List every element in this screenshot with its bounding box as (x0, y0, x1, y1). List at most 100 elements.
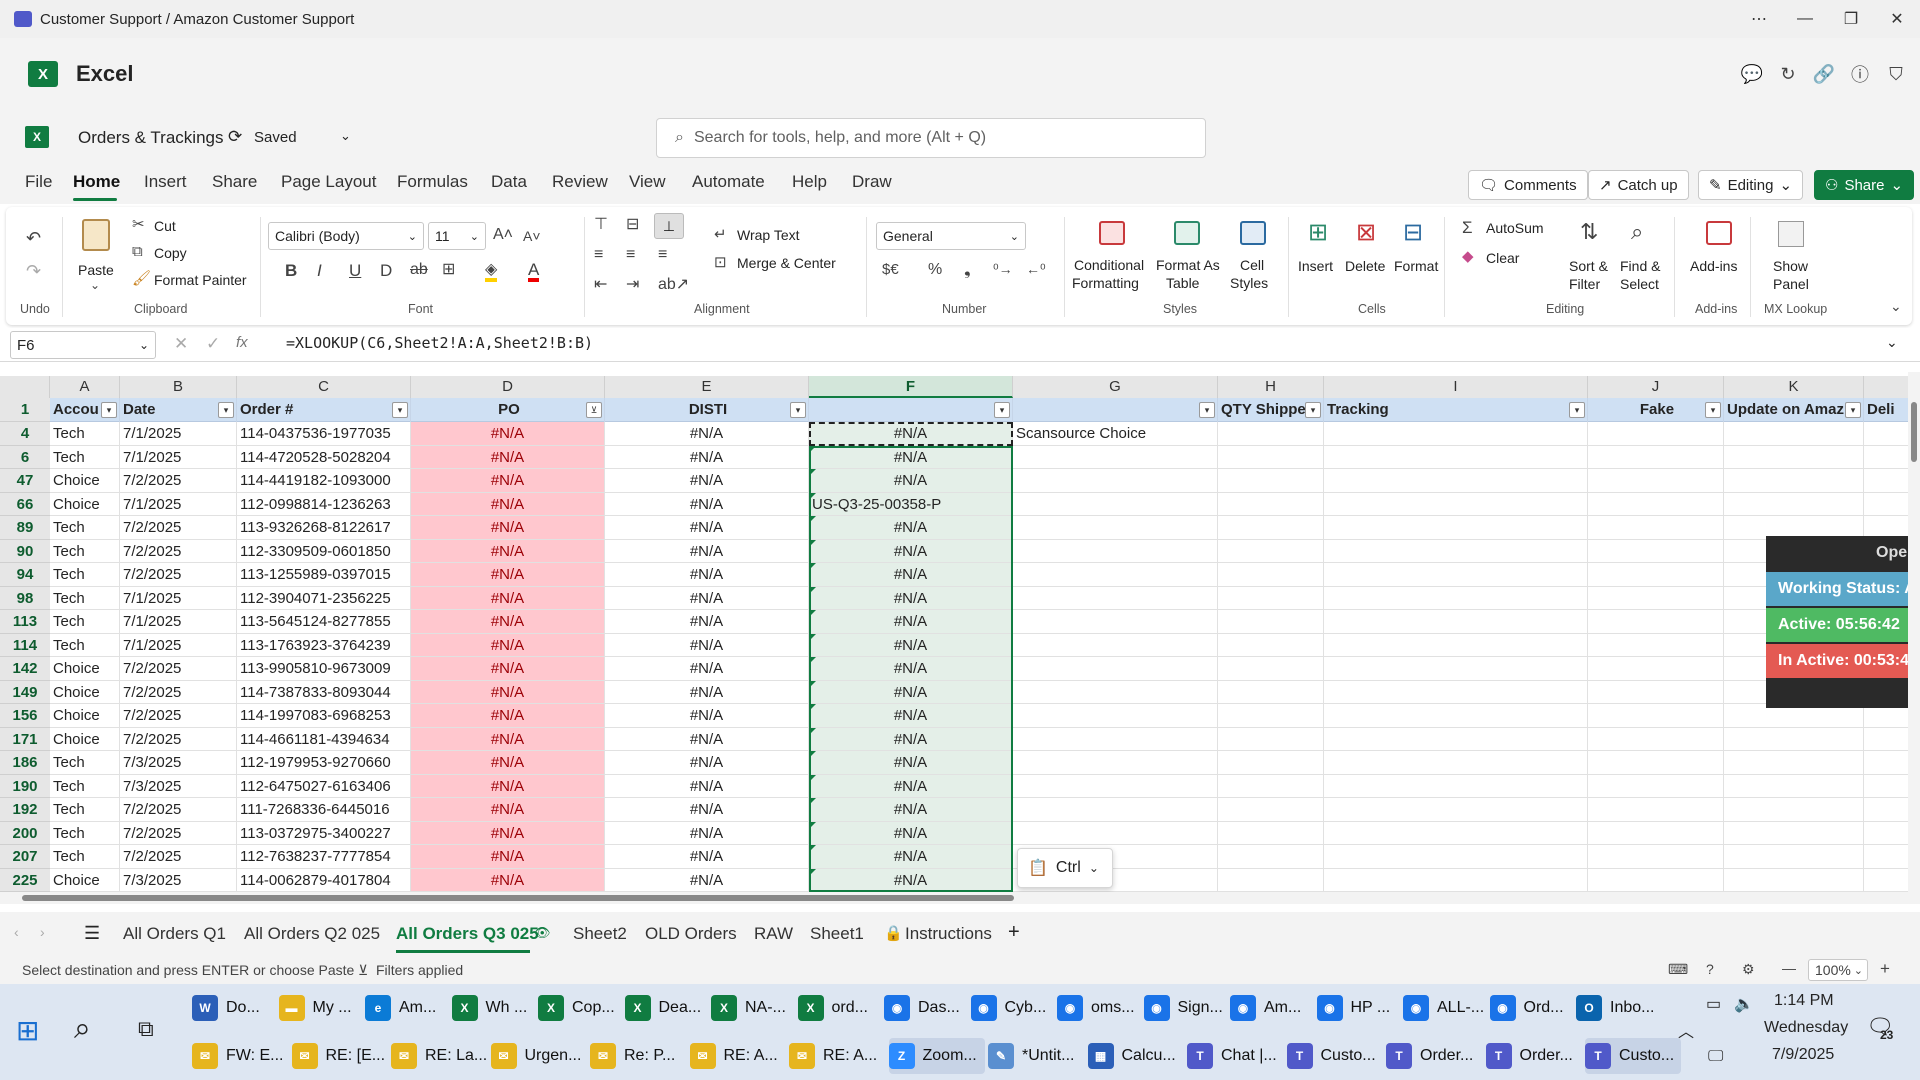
cell-b[interactable]: 7/2/2025 (120, 821, 237, 845)
cell-f[interactable]: #N/A (809, 586, 1013, 610)
cell-h[interactable] (1218, 633, 1324, 657)
sheet-tab[interactable]: All Orders Q1 (123, 924, 226, 944)
cell-b[interactable]: 7/2/2025 (120, 727, 237, 751)
cell-l[interactable] (1864, 774, 1910, 798)
taskbar-item[interactable]: O Inbo... (1576, 990, 1660, 1026)
cell-j[interactable] (1588, 798, 1724, 822)
cell-b[interactable]: 7/1/2025 (120, 586, 237, 610)
cell-d[interactable]: #N/A (411, 422, 605, 446)
cell-k[interactable] (1724, 727, 1864, 751)
show-panel-icon[interactable] (1778, 221, 1804, 247)
cell-c[interactable]: 112-0998814-1236263 (237, 492, 411, 516)
cell-g[interactable] (1013, 563, 1218, 587)
cell-d[interactable]: #N/A (411, 704, 605, 728)
cell-f[interactable]: #N/A (809, 445, 1013, 469)
cell-j[interactable] (1588, 727, 1724, 751)
taskbar-item[interactable]: X Dea... (624, 990, 709, 1026)
cell-f[interactable]: #N/A (809, 845, 1013, 869)
cancel-icon[interactable]: ✕ (174, 334, 188, 354)
increase-indent-icon[interactable]: ⇥ (626, 277, 639, 293)
cell-b[interactable]: 7/3/2025 (120, 868, 237, 892)
chat-icon[interactable]: 💬 (1734, 56, 1770, 92)
cell-e[interactable]: #N/A (605, 751, 809, 775)
find-label-1[interactable]: Find & (1620, 258, 1660, 274)
column-header-h[interactable]: H (1218, 376, 1324, 398)
column-header-a[interactable]: A (50, 376, 120, 398)
cell-e[interactable]: #N/A (605, 563, 809, 587)
clock-time[interactable]: 1:14 PM (1774, 992, 1834, 1010)
taskbar-item[interactable]: ◉ Am... (1230, 990, 1314, 1026)
borders-icon[interactable]: ⊞ (442, 262, 455, 278)
cell-i[interactable] (1324, 610, 1588, 634)
sort-label-2[interactable]: Filter (1569, 276, 1600, 292)
cell-i[interactable] (1324, 751, 1588, 775)
link-icon[interactable]: 🔗 (1806, 56, 1842, 92)
cell-d[interactable]: #N/A (411, 469, 605, 493)
taskbar-item[interactable]: Xord... (797, 990, 882, 1026)
taskbar-item[interactable]: ✉ Re: P... (590, 1038, 686, 1074)
taskbar-item[interactable]: ◉ oms... (1057, 990, 1141, 1026)
format-table-label-1[interactable]: Format As (1156, 257, 1220, 273)
cell-h[interactable] (1218, 821, 1324, 845)
function-icon[interactable]: fx (236, 334, 248, 351)
tab-data[interactable]: Data (491, 172, 527, 192)
font-size-select[interactable]: 11 ⌄ (428, 222, 486, 250)
cell-b[interactable]: 7/2/2025 (120, 845, 237, 869)
taskbar-item[interactable]: T Order... (1485, 1038, 1582, 1074)
decrease-font-icon[interactable]: A˅ (523, 229, 541, 243)
add-sheet-icon[interactable]: + (1008, 921, 1020, 944)
cell-b[interactable]: 7/1/2025 (120, 422, 237, 446)
cell-c[interactable]: 113-9905810-9673009 (237, 657, 411, 681)
find-label-2[interactable]: Select (1620, 276, 1659, 292)
cell-c[interactable]: 114-7387833-8093044 (237, 680, 411, 704)
cell-a[interactable]: Choice (50, 492, 120, 516)
fill-color-icon[interactable]: ◈ (485, 262, 498, 282)
cell-i[interactable] (1324, 821, 1588, 845)
cell-g[interactable] (1013, 751, 1218, 775)
taskbar-item[interactable]: ✎ *Untit... (988, 1038, 1084, 1074)
cell-j[interactable] (1588, 422, 1724, 446)
share-button[interactable]: ⚇ Share ⌄ (1814, 170, 1915, 200)
cell-d[interactable]: #N/A (411, 563, 605, 587)
cell-l[interactable] (1864, 868, 1910, 892)
cell-f[interactable]: #N/A (809, 821, 1013, 845)
cell-e[interactable]: #N/A (605, 657, 809, 681)
undo-icon[interactable]: ↶ (26, 229, 41, 247)
taskbar-item[interactable]: T Custo... (1286, 1038, 1383, 1074)
cell-e[interactable]: #N/A (605, 633, 809, 657)
taskbar-item[interactable]: X Cop... (538, 990, 622, 1026)
tab-automate[interactable]: Automate (692, 172, 765, 192)
cell-l[interactable] (1864, 492, 1910, 516)
column-header-j[interactable]: J (1588, 376, 1724, 398)
cell-h[interactable] (1218, 422, 1324, 446)
cell-d[interactable]: #N/A (411, 657, 605, 681)
cell-l[interactable] (1864, 445, 1910, 469)
cell-l[interactable] (1864, 751, 1910, 775)
column-header-l[interactable] (1864, 376, 1910, 398)
cell-e[interactable]: #N/A (605, 445, 809, 469)
chevron-down-icon[interactable]: ⌄ (340, 128, 351, 144)
cell-i[interactable] (1324, 539, 1588, 563)
row-header[interactable]: 1 (0, 398, 50, 422)
cell-a[interactable]: Choice (50, 868, 120, 892)
taskbar-item[interactable]: X Wh ... (451, 990, 536, 1026)
number-format-select[interactable]: General ⌄ (876, 222, 1026, 250)
cell-i[interactable] (1324, 845, 1588, 869)
row-header[interactable]: 225 (0, 868, 50, 892)
cell-i[interactable] (1324, 657, 1588, 681)
cell-j[interactable] (1588, 539, 1724, 563)
cell-c[interactable]: 113-1255989-0397015 (237, 563, 411, 587)
sort-filter-icon[interactable]: ⇅ (1580, 221, 1598, 243)
cell-styles-icon[interactable] (1240, 221, 1266, 245)
cell-j[interactable] (1588, 563, 1724, 587)
cell-e[interactable]: #N/A (605, 704, 809, 728)
cell-a[interactable]: Tech (50, 821, 120, 845)
tab-review[interactable]: Review (552, 172, 608, 192)
column-header-e[interactable]: E (605, 376, 809, 398)
row-header[interactable]: 142 (0, 657, 50, 681)
conditional-label-2[interactable]: Formatting (1072, 275, 1139, 291)
cell-g[interactable] (1013, 727, 1218, 751)
cell-c[interactable]: 114-4419182-1093000 (237, 469, 411, 493)
row-header[interactable]: 113 (0, 610, 50, 634)
cell-b[interactable]: 7/1/2025 (120, 492, 237, 516)
